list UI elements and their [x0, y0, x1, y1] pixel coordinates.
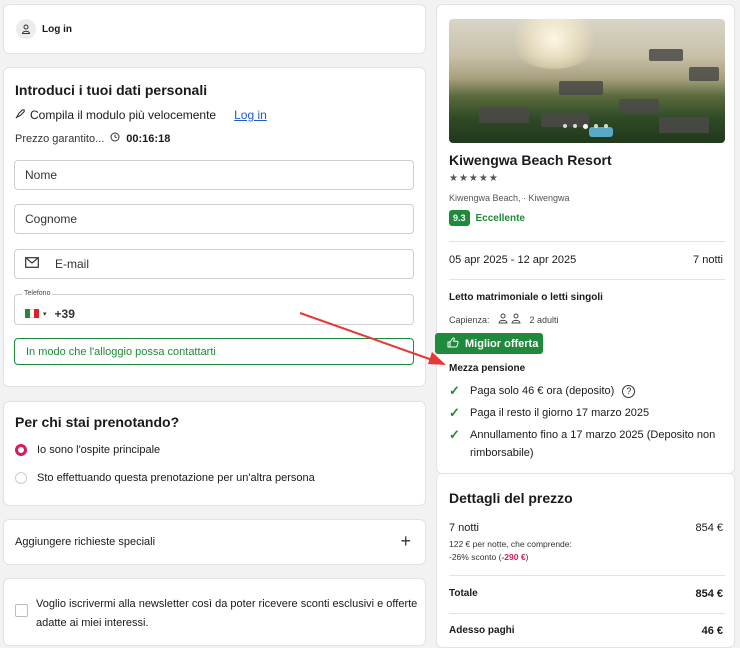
perk-balance: Paga il resto il giorno 17 marzo 2025 [470, 407, 650, 419]
perk-cancellation: Annullamento fino a 17 marzo 2025 (Depos… [470, 429, 716, 459]
pay-now-amount: 46 € [701, 625, 723, 637]
quick-fill-text: Compila il modulo più velocemente [30, 108, 217, 122]
hotel-summary-card: Kiwengwa Beach Resort ★★★★★ Kiwengwa Bea… [436, 4, 735, 474]
newsletter-checkbox[interactable] [15, 604, 28, 617]
option-other-label: Sto effettuando questa prenotazione per … [37, 472, 315, 484]
first-name-placeholder: Nome [25, 168, 58, 182]
phone-hint: In modo che l'alloggio possa contattarti [14, 338, 414, 365]
option-other-person[interactable]: Sto effettuando questa prenotazione per … [15, 472, 315, 484]
stay-dates: 05 apr 2025 - 12 apr 2025 [449, 254, 577, 266]
rating-label: Eccellente [475, 212, 525, 224]
login-link[interactable]: Log in [234, 108, 267, 122]
radio-other-person[interactable] [15, 472, 27, 484]
for-whom-title: Per chi stai prenotando? [15, 414, 180, 430]
italy-flag-icon [25, 309, 40, 318]
per-night-text: 122 € per notte, che comprende: [449, 539, 572, 549]
perk-item: ✓ Paga solo 46 € ora (deposito) ? [449, 382, 725, 400]
country-chevron-icon[interactable]: ▾ [43, 310, 47, 318]
login-card: Log in [3, 4, 426, 54]
perk-item: ✓ Paga il resto il giorno 17 marzo 2025 [449, 404, 725, 422]
pay-now-label: Adesso paghi [449, 625, 515, 636]
phone-field[interactable]: Telefono ▾ +39 [14, 290, 414, 325]
board-type: Mezza pensione [449, 363, 526, 374]
perk-deposit: Paga solo 46 € ora (deposito) [470, 385, 615, 397]
user-icon [16, 19, 36, 39]
capacity-label: Capienza: [449, 314, 490, 325]
envelope-icon [25, 257, 39, 271]
option-main-label: Io sono l'ospite principale [37, 444, 161, 456]
email-placeholder: E-mail [55, 257, 90, 271]
personal-title: Introduci i tuoi dati personali [15, 82, 208, 98]
personal-data-card: Introduci i tuoi dati personali Compila … [3, 67, 426, 387]
stay-nights: 7 notti [693, 254, 723, 266]
check-icon: ✓ [449, 427, 460, 442]
total-label: Totale [449, 588, 478, 599]
plus-icon[interactable]: + [400, 531, 411, 552]
hotel-photo[interactable] [449, 19, 725, 143]
discount-label: -26% sconto ( [449, 552, 502, 562]
last-name-placeholder: Cognome [25, 212, 78, 226]
email-field[interactable]: E-mail [14, 249, 414, 279]
room-type: Letto matrimoniale o letti singoli [449, 292, 603, 303]
guarantee-text: Prezzo garantito... [15, 132, 105, 145]
price-title: Dettagli del prezzo [449, 490, 573, 506]
perk-item: ✓ Annullamento fino a 17 marzo 2025 (Dep… [449, 426, 725, 462]
thumbs-up-icon [447, 336, 459, 351]
rating-badge: 9.3 [449, 210, 470, 226]
phone-prefix: +39 [54, 306, 75, 321]
login-row[interactable]: Log in [16, 19, 72, 39]
carousel-dots[interactable] [563, 124, 608, 129]
help-icon[interactable]: ? [622, 384, 636, 398]
hotel-stars: ★★★★★ [449, 173, 499, 184]
price-details-card: Dettagli del prezzo 7 notti 854 € 122 € … [436, 474, 735, 648]
newsletter-card: Voglio iscrivermi alla newsletter così d… [3, 578, 426, 646]
total-amount: 854 € [695, 588, 723, 600]
capacity-value: 2 adulti [529, 314, 559, 325]
check-icon: ✓ [449, 383, 460, 398]
clock-icon [110, 132, 120, 145]
option-main-guest[interactable]: Io sono l'ospite principale [15, 444, 160, 456]
special-requests-card[interactable]: Aggiungere richieste speciali + [3, 519, 426, 565]
phone-label: Telefono [22, 290, 53, 297]
countdown-timer: 00:16:18 [126, 132, 171, 145]
best-offer-badge: Miglior offerta [435, 333, 543, 354]
two-adults-icon [498, 313, 522, 326]
discount-row: -26% sconto (-290 €) [449, 552, 528, 562]
price-nights-label: 7 notti [449, 522, 479, 534]
discount-value: -290 € [501, 552, 526, 562]
rocket-icon [15, 108, 26, 122]
radio-main-guest[interactable] [15, 444, 27, 456]
first-name-field[interactable]: Nome [14, 160, 414, 190]
login-label[interactable]: Log in [42, 24, 72, 35]
discount-close: ) [525, 552, 529, 562]
for-whom-card: Per chi stai prenotando? Io sono l'ospit… [3, 401, 426, 506]
hotel-name: Kiwengwa Beach Resort [449, 152, 612, 168]
price-nights-amount: 854 € [695, 522, 723, 534]
newsletter-text: Voglio iscrivermi alla newsletter così d… [36, 598, 418, 629]
check-icon: ✓ [449, 405, 460, 420]
special-requests-label: Aggiungere richieste speciali [15, 536, 156, 548]
last-name-field[interactable]: Cognome [14, 204, 414, 234]
perks-list: ✓ Paga solo 46 € ora (deposito) ? ✓ Paga… [449, 382, 725, 462]
hotel-location: Kiwengwa Beach, · Kiwengwa [449, 193, 570, 203]
best-offer-label: Miglior offerta [465, 337, 539, 350]
